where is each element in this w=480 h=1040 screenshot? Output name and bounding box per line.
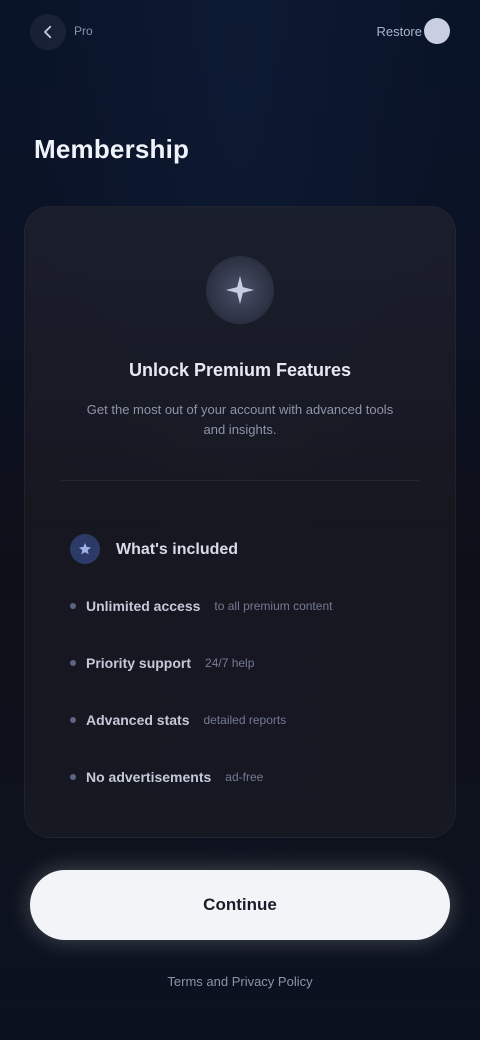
bullet-icon — [70, 660, 76, 666]
chevron-left-icon — [44, 25, 52, 39]
feature-item: Priority support 24/7 help — [70, 643, 410, 683]
feature-label: No advertisements — [86, 769, 212, 785]
restore-link[interactable]: Restore — [376, 24, 422, 39]
terms-link[interactable]: Terms and Privacy Policy — [0, 974, 480, 989]
feature-label: Advanced stats — [86, 712, 190, 728]
brand-label: Pro — [74, 24, 93, 38]
top-bar: Pro Restore — [0, 0, 480, 64]
feature-detail: ad-free — [225, 770, 264, 784]
feature-detail: detailed reports — [203, 713, 287, 727]
feature-item: Advanced stats detailed reports — [70, 700, 410, 740]
feature-item: No advertisements ad-free — [70, 757, 410, 797]
continue-button[interactable]: Continue — [30, 870, 450, 940]
avatar[interactable] — [424, 18, 450, 44]
feature-detail: 24/7 help — [205, 656, 255, 670]
hero-badge — [206, 256, 274, 324]
bullet-icon — [70, 717, 76, 723]
page-title: Membership — [34, 134, 190, 164]
section-badge — [70, 534, 100, 564]
bullet-icon — [70, 774, 76, 780]
feature-detail: to all premium content — [214, 599, 333, 613]
hero-subtitle: Get the most out of your account with ad… — [86, 402, 394, 437]
section-title: What's included — [116, 541, 239, 558]
feature-label: Unlimited access — [86, 598, 201, 614]
divider — [60, 480, 420, 481]
bullet-icon — [70, 603, 76, 609]
feature-item: Unlimited access to all premium content — [70, 586, 410, 626]
star-icon — [79, 543, 91, 555]
sparkle-icon — [225, 275, 255, 305]
feature-label: Priority support — [86, 655, 192, 671]
back-button[interactable] — [30, 14, 66, 50]
hero-title: Unlock Premium Features — [128, 360, 352, 380]
